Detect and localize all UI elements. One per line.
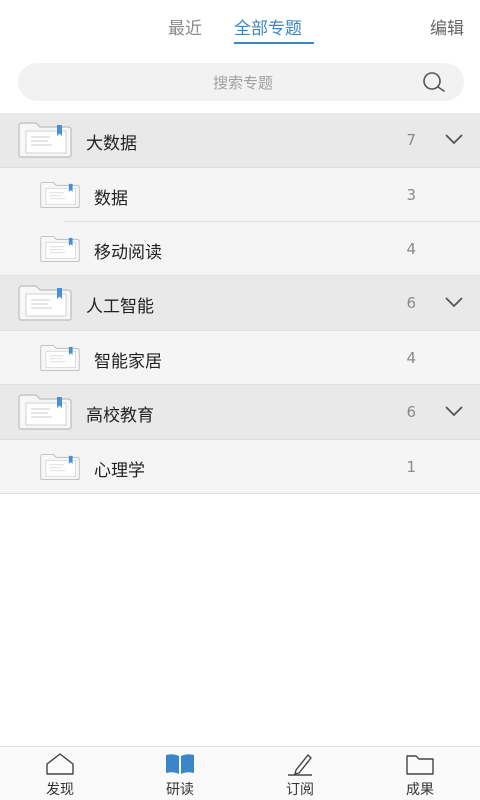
topic-count: 1 [406, 458, 416, 476]
tab-all-topics[interactable]: 全部专题 [234, 14, 302, 39]
nav-subscribe[interactable]: 订阅 [260, 747, 340, 800]
group-count: 6 [406, 403, 416, 421]
topic-item-row[interactable]: 数据 3 [0, 168, 480, 222]
tab-recent[interactable]: 最近 [168, 14, 202, 39]
topic-label: 智能家居 [94, 352, 162, 372]
topic-item-row[interactable]: 心理学 1 [0, 440, 480, 494]
nav-results[interactable]: 成果 [380, 747, 460, 800]
folder-icon [18, 122, 72, 158]
topic-count: 4 [406, 349, 416, 367]
folder-icon [40, 181, 80, 209]
group-label: 高校教育 [86, 406, 154, 426]
nav-label: 订阅 [286, 782, 314, 798]
top-bar: 最近 全部专题 编辑 [0, 0, 480, 52]
home-icon [46, 753, 74, 775]
topic-count: 3 [406, 186, 416, 204]
topic-item-row[interactable]: 智能家居 4 [0, 331, 480, 385]
topic-label: 移动阅读 [94, 243, 162, 263]
topic-count: 4 [406, 240, 416, 258]
folder-icon [18, 394, 72, 430]
group-label: 人工智能 [86, 297, 154, 317]
nav-label: 发现 [46, 782, 74, 798]
group-count: 6 [406, 294, 416, 312]
bottom-navigation: 发现 研读 订阅 成果 [0, 746, 480, 800]
search-icon[interactable] [422, 71, 446, 95]
row-divider [0, 493, 480, 494]
active-tab-indicator [234, 42, 314, 44]
chevron-down-icon[interactable] [444, 295, 464, 309]
folder-icon [40, 344, 80, 372]
edit-button[interactable]: 编辑 [430, 14, 464, 39]
folder-icon [18, 285, 72, 321]
nav-read[interactable]: 研读 [140, 747, 220, 800]
topic-label: 心理学 [94, 461, 145, 481]
group-count: 7 [406, 131, 416, 149]
topic-item-row[interactable]: 移动阅读 4 [0, 222, 480, 276]
folder-icon [40, 453, 80, 481]
topic-group-row[interactable]: 大数据 7 [0, 113, 480, 168]
topic-group-row[interactable]: 高校教育 6 [0, 385, 480, 440]
folder-icon [406, 755, 434, 775]
group-label: 大数据 [86, 134, 137, 154]
chevron-down-icon[interactable] [444, 132, 464, 146]
search-bar [18, 63, 468, 103]
topic-list: 大数据 7 数据 3 移动阅读 4 人工智能 6 智能家居 4 高校教育 6 心… [0, 113, 480, 494]
chevron-down-icon[interactable] [444, 404, 464, 418]
nav-label: 研读 [166, 782, 194, 798]
book-icon [166, 754, 194, 774]
app-screen: 最近 全部专题 编辑 大数据 7 数据 3 移动阅读 [0, 0, 480, 800]
nav-label: 成果 [406, 782, 434, 798]
topic-label: 数据 [94, 189, 128, 209]
folder-icon [40, 235, 80, 263]
pen-icon [288, 754, 312, 776]
search-input[interactable] [18, 63, 468, 103]
topic-group-row[interactable]: 人工智能 6 [0, 276, 480, 331]
nav-discover[interactable]: 发现 [20, 747, 100, 800]
